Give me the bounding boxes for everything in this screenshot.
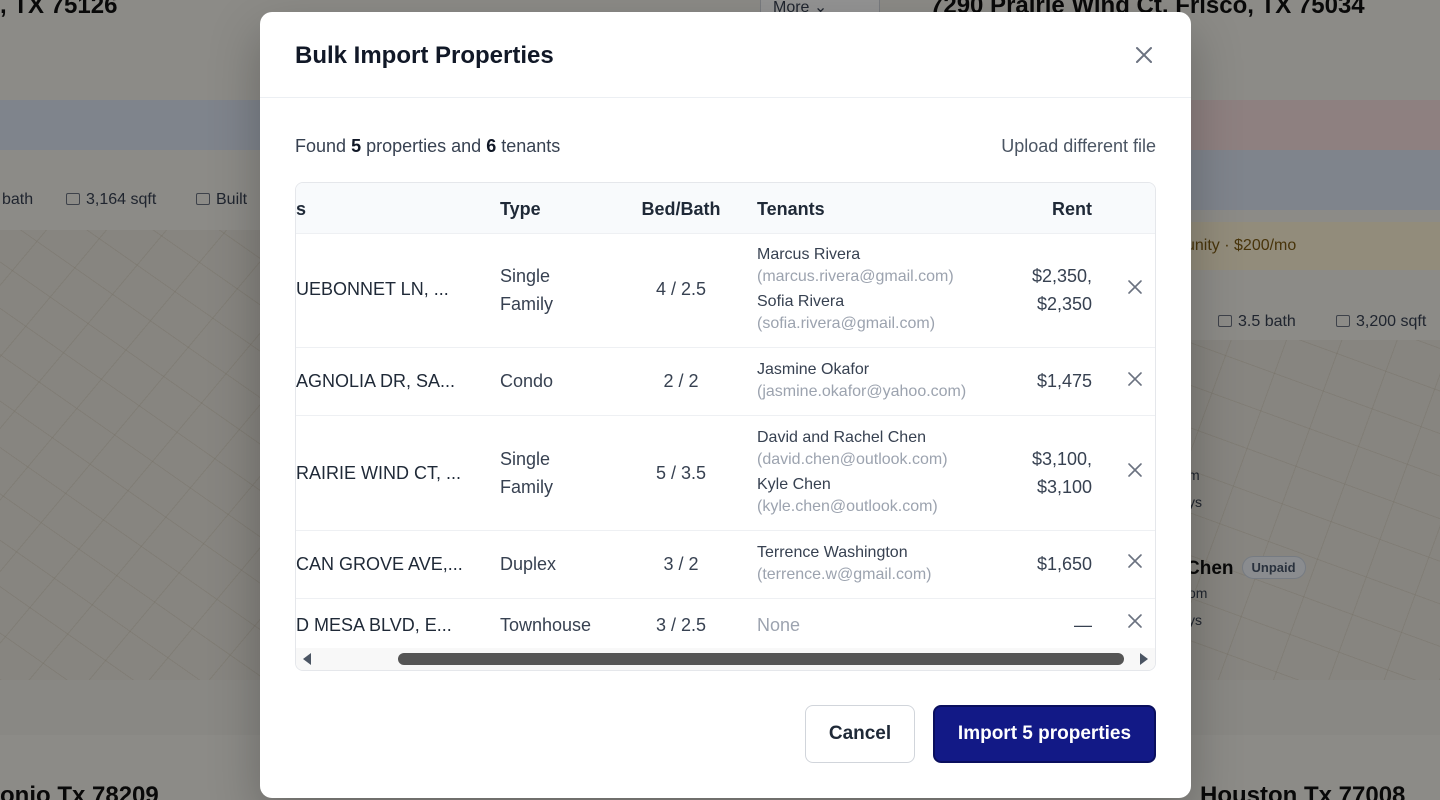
summary-prefix: Found [295,135,347,156]
column-header-bedbath: Bed/Bath [641,199,721,219]
address-cell: RAIRIE WIND CT, ... [296,463,462,483]
summary-middle: properties and [366,135,482,156]
close-icon [1128,372,1142,386]
rent-line: $2,350 [1036,294,1092,314]
tenant-name: Kyle Chen [757,476,831,493]
type-line: Single [500,266,551,286]
table-row: D MESA BLVD, E... Townhouse 3 / 2.5 None… [296,599,1155,650]
address-cell: AGNOLIA DR, SA... [296,371,456,391]
property-count: 5 [351,135,362,156]
horizontal-scrollbar[interactable] [296,648,1155,670]
close-icon [1128,554,1142,568]
tenant-name: David and Rachel Chen [757,429,926,446]
remove-row-button[interactable] [1127,279,1143,295]
column-header-tenants: Tenants [757,199,825,219]
tenant-name: Sofia Rivera [757,293,845,310]
close-icon [1128,614,1142,628]
table-header: s Type Bed/Bath Tenants Rent [296,183,1155,234]
cancel-button[interactable]: Cancel [805,705,915,763]
table-row: AGNOLIA DR, SA... Condo 2 / 2 Jasmine Ok… [296,348,1155,416]
address-cell: UEBONNET LN, ... [296,279,449,299]
table-row: CAN GROVE AVE,... Duplex 3 / 2 Terrence … [296,531,1155,599]
bedbath-cell: 3 / 2 [663,554,699,574]
address-cell: D MESA BLVD, E... [296,615,452,635]
type-cell: Single Family [500,445,553,501]
modal-header: Bulk Import Properties [260,12,1191,98]
table-row: RAIRIE WIND CT, ... Single Family 5 / 3.… [296,416,1155,531]
close-icon [1136,47,1152,63]
summary-suffix: tenants [501,135,561,156]
rent-cell: $1,475 [1036,371,1092,391]
tenant-email: (kyle.chen@outlook.com) [757,498,938,515]
tenants-cell: Marcus Rivera (marcus.rivera@gmail.com) … [757,244,954,335]
import-summary: Found 5 properties and 6 tenants Upload … [295,134,1156,158]
remove-row-button[interactable] [1127,613,1143,629]
type-cell: Single Family [500,262,553,318]
rent-line: $3,100 [1036,477,1092,497]
column-header-address: s [296,199,307,219]
scroll-right-icon[interactable] [1140,653,1148,665]
rent-cell: $2,350, $2,350 [1032,262,1092,318]
tenants-cell: Terrence Washington (terrence.w@gmail.co… [757,542,932,586]
type-line: Family [500,294,553,314]
bedbath-cell: 2 / 2 [663,371,699,391]
type-cell: Condo [500,371,554,391]
tenant-email: (jasmine.okafor@yahoo.com) [757,383,967,400]
tenants-cell: David and Rachel Chen (david.chen@outloo… [757,427,948,518]
type-line: Family [500,477,553,497]
close-button[interactable] [1133,44,1155,66]
modal-footer: Cancel Import 5 properties [805,705,1156,763]
bulk-import-modal: Bulk Import Properties Found 5 propertie… [260,12,1191,798]
properties-table: s Type Bed/Bath Tenants Rent UEBONNET LN… [295,182,1156,671]
tenant-name: Terrence Washington [757,544,908,561]
tenant-email: (terrence.w@gmail.com) [757,566,932,583]
type-cell: Duplex [500,554,557,574]
bedbath-cell: 5 / 3.5 [655,463,707,483]
tenant-email: (marcus.rivera@gmail.com) [757,268,954,285]
tenants-cell: Jasmine Okafor (jasmine.okafor@yahoo.com… [757,359,966,403]
tenant-name: Jasmine Okafor [757,361,870,378]
tenants-cell: None [757,615,801,635]
modal-title: Bulk Import Properties [295,42,554,69]
bedbath-cell: 3 / 2.5 [655,615,707,635]
tenant-email: (sofia.rivera@gmail.com) [757,315,936,332]
scrollbar-thumb[interactable] [398,653,1124,665]
remove-row-button[interactable] [1127,553,1143,569]
upload-different-file-link[interactable]: Upload different file [1001,136,1156,157]
tenant-email: (david.chen@outlook.com) [757,451,948,468]
close-icon [1128,280,1142,294]
table-row: UEBONNET LN, ... Single Family 4 / 2.5 M… [296,234,1155,348]
address-cell: CAN GROVE AVE,... [296,554,463,574]
rent-cell: $3,100, $3,100 [1032,445,1092,501]
summary-text: Found 5 properties and 6 tenants [295,136,560,157]
type-cell: Townhouse [500,615,592,635]
type-line: Single [500,449,551,469]
tenant-count: 6 [486,135,497,156]
rent-cell: — [1074,615,1092,635]
bedbath-cell: 4 / 2.5 [655,279,707,299]
close-icon [1128,463,1142,477]
column-header-type: Type [500,199,541,219]
remove-row-button[interactable] [1127,462,1143,478]
scroll-left-icon[interactable] [303,653,311,665]
remove-row-button[interactable] [1127,371,1143,387]
tenant-name: Marcus Rivera [757,246,861,263]
rent-cell: $1,650 [1036,554,1092,574]
rent-line: $3,100, [1031,449,1092,469]
column-header-rent: Rent [1052,199,1092,219]
import-properties-button[interactable]: Import 5 properties [933,705,1156,763]
rent-line: $2,350, [1031,266,1092,286]
